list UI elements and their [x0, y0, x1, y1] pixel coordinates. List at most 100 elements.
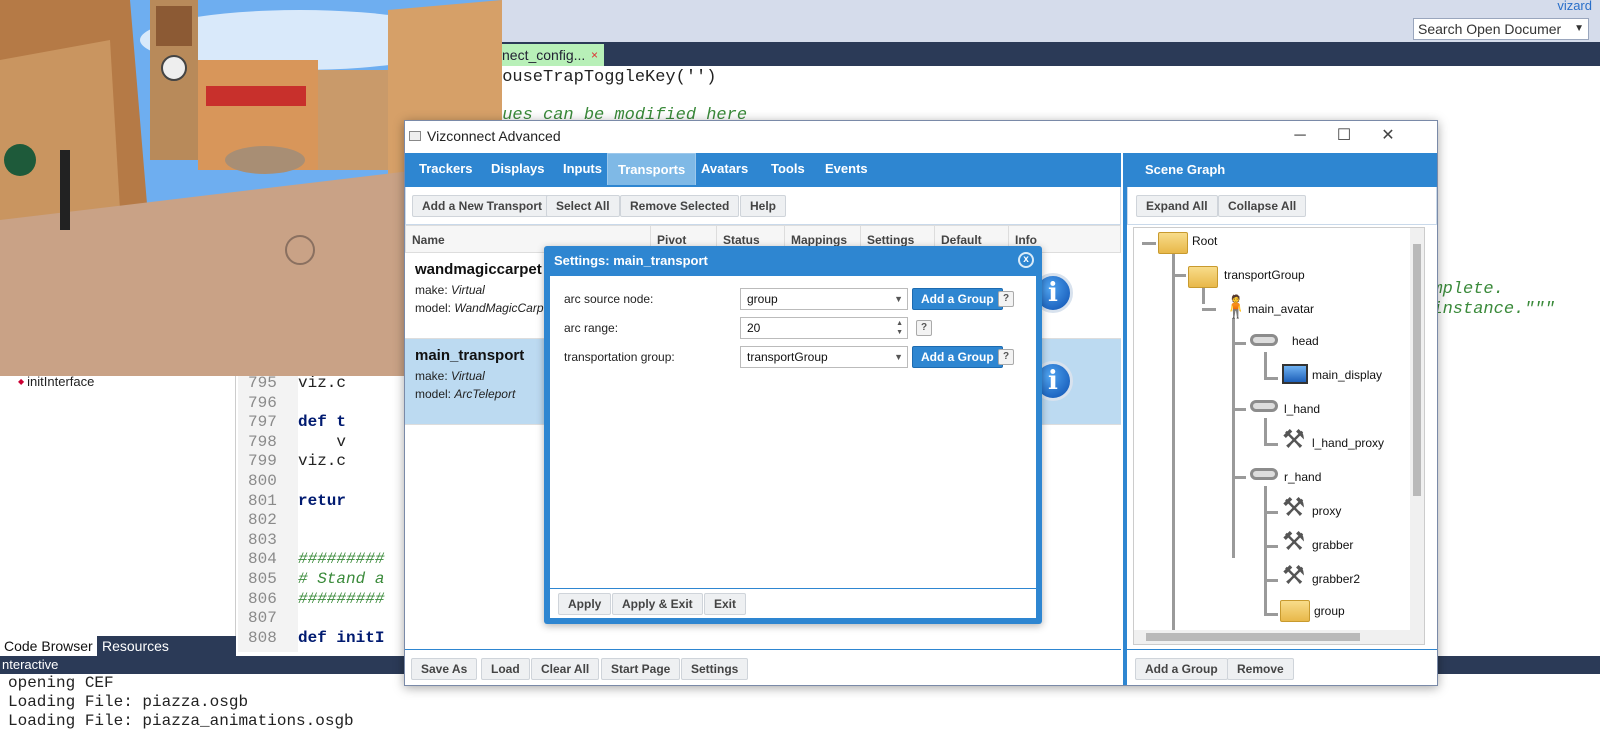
close-icon[interactable]: x — [1018, 252, 1034, 268]
settings-dialog: Settings: main_transport x arc source no… — [544, 246, 1042, 624]
window-titlebar[interactable]: Vizconnect Advanced ─ ☐ ✕ — [405, 121, 1437, 153]
brand-label: vizard — [1557, 0, 1592, 13]
transportation-group-select[interactable]: transportGroup ▼ — [740, 346, 908, 368]
main-bottom-bar: Save As Load Clear All Start Page Settin… — [405, 649, 1121, 685]
apply-and-exit-button[interactable]: Apply & Exit — [612, 593, 703, 615]
scene-graph-title: Scene Graph — [1127, 153, 1437, 187]
start-page-button[interactable]: Start Page — [601, 658, 681, 680]
monitor-icon — [1282, 364, 1308, 384]
transport-model: model: WandMagicCarp — [415, 301, 544, 315]
select-all-button[interactable]: Select All — [546, 195, 620, 217]
column-name[interactable]: Name — [406, 226, 445, 254]
chevron-down-icon[interactable]: ▼ — [894, 347, 903, 367]
apply-button[interactable]: Apply — [558, 593, 612, 615]
tree-node-root[interactable]: Root — [1192, 234, 1217, 248]
expand-all-button[interactable]: Expand All — [1136, 195, 1218, 217]
tree-node-l-hand-proxy[interactable]: l_hand_proxy — [1312, 436, 1384, 450]
tree-line — [1232, 476, 1246, 479]
scene-graph-tree[interactable]: Root transportGroup 🧍 main_avatar head m… — [1133, 227, 1425, 645]
tree-node-main-display[interactable]: main_display — [1312, 368, 1382, 382]
load-button[interactable]: Load — [481, 658, 530, 680]
help-icon[interactable]: ? — [998, 291, 1014, 307]
spinner-arrows-icon[interactable]: ▲ ▼ — [896, 319, 903, 337]
tab-inputs[interactable]: Inputs — [553, 153, 612, 185]
remove-button[interactable]: Remove — [1227, 658, 1294, 680]
settings-dialog-title: Settings: main_transport — [554, 253, 708, 268]
code-snippet[interactable]: viz.c def t v viz.c retur ######### # St… — [298, 374, 408, 652]
search-open-documents-input[interactable]: Search Open Documer ▼ — [1413, 18, 1589, 40]
code-browser-item[interactable]: initInterface — [18, 374, 94, 389]
code-line: ######### — [298, 550, 385, 569]
add-a-group-button[interactable]: Add a Group — [912, 346, 1003, 368]
tab-avatars[interactable]: Avatars — [691, 153, 758, 185]
folder-icon — [1158, 232, 1188, 254]
add-a-group-button[interactable]: Add a Group — [912, 288, 1003, 310]
scrollbar-thumb[interactable] — [1146, 633, 1360, 641]
close-button[interactable]: ✕ — [1373, 125, 1403, 147]
tree-line — [1202, 308, 1216, 311]
scrollbar-thumb[interactable] — [1413, 244, 1421, 496]
tree-node-r-hand[interactable]: r_hand — [1284, 470, 1321, 484]
arc-source-node-select[interactable]: group ▼ — [740, 288, 908, 310]
code-line: def t — [298, 413, 347, 432]
tree-line — [1264, 579, 1278, 582]
tab-displays[interactable]: Displays — [481, 153, 554, 185]
link-icon — [1250, 400, 1278, 412]
tab-resources[interactable]: Resources — [98, 636, 173, 656]
tree-node-group[interactable]: group — [1314, 604, 1345, 618]
horizontal-scrollbar[interactable] — [1134, 630, 1412, 644]
folder-icon — [1188, 266, 1218, 288]
tree-node-main-avatar[interactable]: main_avatar — [1248, 302, 1314, 316]
help-icon[interactable]: ? — [998, 349, 1014, 365]
line-number: 808 — [248, 628, 277, 647]
arc-range-label: arc range: — [564, 321, 619, 335]
tree-node-grabber2[interactable]: grabber2 — [1312, 572, 1360, 586]
tab-code-browser[interactable]: Code Browser — [0, 636, 97, 656]
tree-node-grabber[interactable]: grabber — [1312, 538, 1353, 552]
tree-line — [1264, 443, 1278, 446]
line-number: 807 — [248, 609, 277, 628]
editor-tab[interactable]: nect_config... × — [500, 44, 604, 66]
close-icon[interactable]: × — [591, 44, 598, 66]
add-a-group-button[interactable]: Add a Group — [1135, 658, 1228, 680]
link-icon — [1250, 334, 1278, 346]
arc-range-spinner[interactable]: 20 ▲ ▼ — [740, 317, 908, 339]
tree-line — [1232, 408, 1246, 411]
hammer-icon: ⚒ — [1282, 526, 1306, 556]
chevron-down-icon[interactable]: ▼ — [1574, 19, 1584, 39]
tree-node-l-hand[interactable]: l_hand — [1284, 402, 1320, 416]
tree-node-head[interactable]: head — [1292, 334, 1319, 348]
arc-source-node-value: group — [747, 292, 778, 306]
collapse-all-button[interactable]: Collapse All — [1218, 195, 1307, 217]
tree-node-transportgroup[interactable]: transportGroup — [1224, 268, 1305, 282]
minimize-button[interactable]: ─ — [1285, 125, 1315, 147]
help-button[interactable]: Help — [740, 195, 787, 217]
tree-node-proxy[interactable]: proxy — [1312, 504, 1341, 518]
line-number: 798 — [248, 432, 277, 451]
add-new-transport-button[interactable]: Add a New Transport — [412, 195, 553, 217]
tab-tools[interactable]: Tools — [761, 153, 815, 185]
remove-selected-button[interactable]: Remove Selected — [620, 195, 740, 217]
tab-transports[interactable]: Transports — [607, 153, 697, 185]
save-as-button[interactable]: Save As — [411, 658, 478, 680]
tab-trackers[interactable]: Trackers — [409, 153, 483, 185]
clear-all-button[interactable]: Clear All — [531, 658, 600, 680]
code-line: def initI — [298, 628, 385, 647]
tree-line — [1172, 250, 1175, 644]
exit-button[interactable]: Exit — [704, 593, 747, 615]
settings-button[interactable]: Settings — [681, 658, 749, 680]
help-icon[interactable]: ? — [916, 320, 932, 336]
search-placeholder: Search Open Documer — [1418, 21, 1562, 37]
chevron-down-icon[interactable]: ▼ — [894, 289, 903, 309]
tab-events[interactable]: Events — [815, 153, 878, 185]
maximize-button[interactable]: ☐ — [1329, 125, 1359, 147]
tree-line — [1172, 274, 1186, 277]
editor-tabstrip — [500, 42, 1600, 66]
line-number: 802 — [248, 511, 277, 530]
vertical-scrollbar[interactable] — [1410, 228, 1424, 644]
transport-model: model: ArcTeleport — [415, 387, 516, 401]
